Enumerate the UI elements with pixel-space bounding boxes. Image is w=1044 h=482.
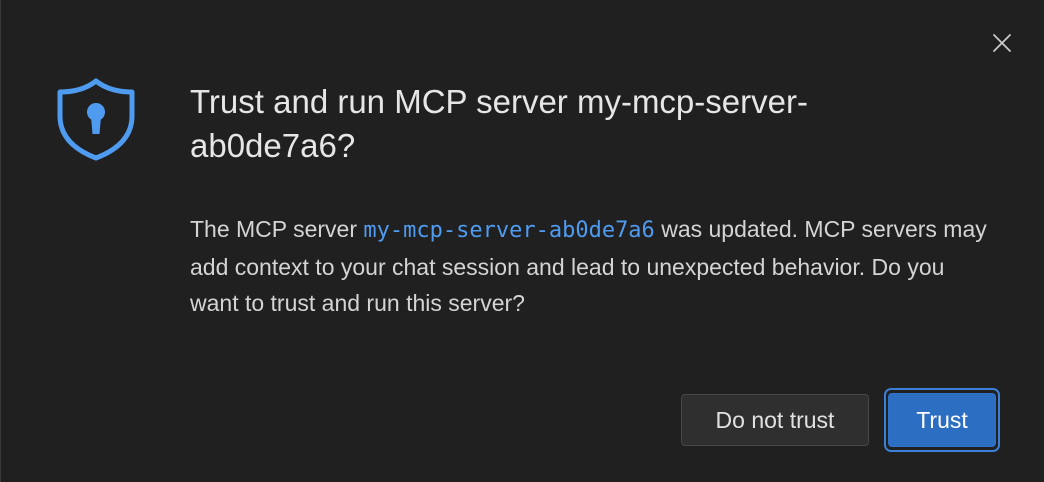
dialog-title: Trust and run MCP server my-mcp-server-a… (190, 83, 808, 164)
trust-button[interactable]: Trust (888, 393, 996, 447)
server-name: my-mcp-server-ab0de7a6 (363, 218, 655, 243)
trust-mcp-server-dialog: Trust and run MCP server my-mcp-server-a… (0, 0, 1044, 482)
close-icon (993, 34, 1011, 52)
close-button[interactable] (987, 28, 1017, 58)
do-not-trust-button[interactable]: Do not trust (681, 394, 869, 446)
dialog-message: The MCP server my-mcp-server-ab0de7a6 wa… (190, 211, 990, 321)
message-prefix: The MCP server (190, 216, 364, 242)
shield-lock-icon (57, 78, 135, 161)
